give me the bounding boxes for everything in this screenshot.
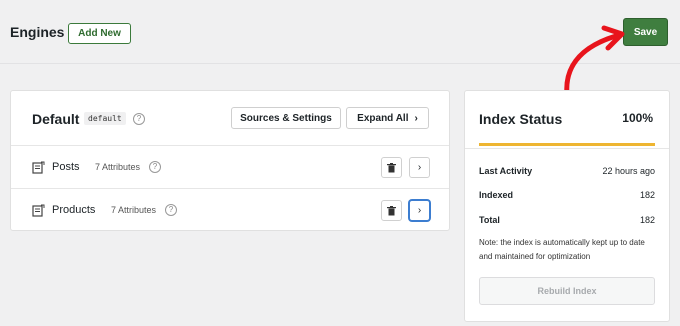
source-row-attributes: 7 Attributes — [111, 205, 157, 215]
page-title: Engines — [10, 24, 65, 40]
source-row-name: Posts — [52, 161, 80, 173]
divider — [465, 148, 669, 149]
chevron-right-icon: › — [414, 112, 418, 124]
engine-card: Default default ? Sources & Settings Exp… — [10, 90, 450, 231]
help-icon[interactable]: ? — [133, 113, 145, 125]
engine-card-header: Default default ? Sources & Settings Exp… — [11, 91, 449, 146]
expand-all-button[interactable]: Expand All › — [346, 107, 429, 129]
total-label: Total — [479, 215, 500, 225]
rebuild-index-button[interactable]: Rebuild Index — [479, 277, 655, 305]
document-icon — [32, 161, 45, 174]
help-icon[interactable]: ? — [149, 161, 161, 173]
index-status-title: Index Status — [479, 111, 563, 127]
last-activity-label: Last Activity — [479, 166, 533, 176]
help-icon[interactable]: ? — [165, 204, 177, 216]
index-percent: 100% — [622, 111, 653, 125]
chevron-right-icon: › — [417, 205, 422, 216]
index-status-card: Index Status 100% Last Activity 22 hours… — [464, 90, 670, 322]
source-row: Products 7 Attributes ? › — [11, 189, 449, 232]
source-row: Posts 7 Attributes ? › — [11, 146, 449, 189]
trash-icon — [387, 162, 396, 172]
index-progress-fill — [479, 143, 655, 146]
total-value: 182 — [639, 215, 655, 225]
expand-source-button[interactable]: › — [409, 157, 430, 178]
source-row-name: Products — [52, 204, 96, 216]
expand-source-button[interactable]: › — [409, 200, 430, 221]
engine-slug-badge: default — [84, 112, 126, 125]
total-row: Total 182 — [479, 215, 655, 225]
sources-settings-label: Sources & Settings — [240, 112, 332, 124]
delete-source-button[interactable] — [381, 200, 402, 221]
source-row-attributes: 7 Attributes — [95, 162, 141, 172]
sources-settings-button[interactable]: Sources & Settings — [231, 107, 341, 129]
indexed-row: Indexed 182 — [479, 190, 655, 200]
trash-icon — [387, 205, 396, 215]
delete-source-button[interactable] — [381, 157, 402, 178]
last-activity-value: 22 hours ago — [602, 166, 655, 176]
index-progress-bar — [479, 143, 655, 146]
engine-name: Default — [32, 111, 80, 127]
document-icon — [32, 204, 45, 217]
indexed-value: 182 — [639, 190, 655, 200]
indexed-label: Indexed — [479, 190, 514, 200]
chevron-right-icon: › — [417, 162, 422, 173]
last-activity-row: Last Activity 22 hours ago — [479, 166, 655, 176]
expand-all-label: Expand All — [357, 112, 409, 124]
add-new-button[interactable]: Add New — [68, 23, 131, 44]
index-note: Note: the index is automatically kept up… — [479, 238, 645, 261]
